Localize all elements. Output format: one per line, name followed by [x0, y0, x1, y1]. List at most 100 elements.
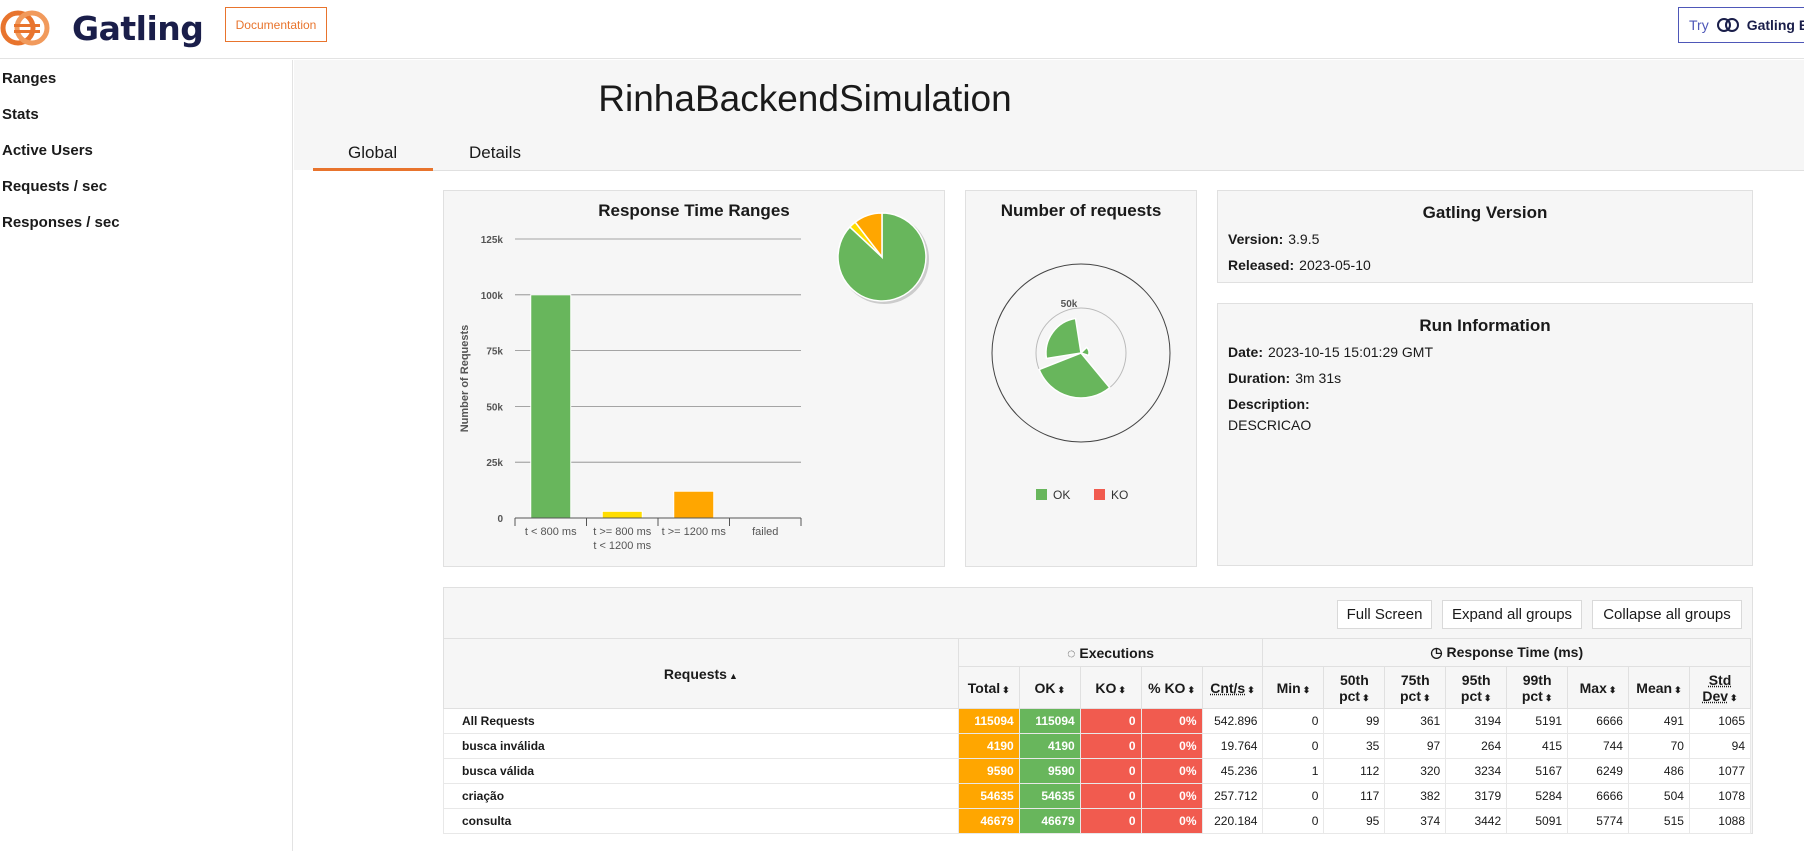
x-tick-label: t >= 1200 ms	[662, 526, 727, 538]
table-cell: 97	[1384, 733, 1447, 759]
table-cell: 4190	[1018, 733, 1081, 759]
column-header-label: Std Dev	[1702, 671, 1732, 704]
tab-global[interactable]: Global	[348, 143, 397, 163]
x-tick-label: t >= 800 ms	[593, 526, 652, 538]
table-cell: 491	[1627, 708, 1690, 734]
sidebar-item-active-users[interactable]: Active Users	[2, 142, 93, 159]
released-label: Released:	[1228, 257, 1295, 273]
expand-all-groups-button[interactable]: Expand all groups	[1442, 600, 1582, 629]
table-cell: 5091	[1506, 808, 1569, 834]
sort-icon: ⬍	[1362, 692, 1370, 703]
column-header[interactable]: 95th pct ⬍	[1445, 666, 1508, 709]
sort-icon: ⬍	[1730, 692, 1738, 703]
bar	[601, 510, 643, 519]
table-cell: 382	[1384, 783, 1447, 809]
table-cell: 0	[1079, 708, 1142, 734]
gatling-logo[interactable]: Gatling	[0, 6, 204, 50]
table-cell: 0%	[1140, 783, 1203, 809]
released-value: 2023-05-10	[1299, 257, 1371, 273]
sort-icon: ⬍	[1608, 684, 1617, 695]
table-cell: 5774	[1567, 808, 1629, 834]
column-header-label: OK	[1034, 679, 1056, 696]
table-cell: 515	[1627, 808, 1690, 834]
radial-tick-label: 50k	[1061, 299, 1078, 310]
table-row[interactable]: busca válida 9590 9590 0 0% 45.236 1 112 320 3234…	[443, 758, 1752, 784]
column-header-label: Mean	[1636, 679, 1673, 696]
date-value: 2023-10-15 15:01:29 GMT	[1268, 344, 1434, 360]
table-cell: 95	[1323, 808, 1386, 834]
table-cell: 1078	[1688, 783, 1752, 809]
request-name: criação	[443, 783, 959, 809]
table-cell: 46679	[957, 808, 1020, 834]
bar	[530, 294, 572, 519]
column-header[interactable]: Total ⬍	[957, 666, 1020, 709]
response-time-ranges-chart: 0 25k 50k 75k 100k 125k Number of Requests t < …	[459, 212, 929, 552]
y-axis-label: Number of Requests	[459, 325, 471, 433]
column-header-label: Total	[967, 679, 1001, 696]
page-title: RinhaBackendSimulation	[598, 78, 1012, 119]
stats-table: Requests ▲ ◌ Executions ◷ Response Time (…	[443, 638, 1752, 834]
table-cell: 374	[1384, 808, 1447, 834]
sort-icon: ⬍	[1483, 692, 1492, 703]
sidebar-item-requests-sec[interactable]: Requests / sec	[2, 178, 107, 195]
sort-icon: ⬍	[1544, 692, 1553, 703]
table-cell: 9590	[1018, 758, 1081, 784]
duration-label: Duration:	[1228, 370, 1291, 386]
table-cell: 0	[1079, 808, 1142, 834]
number-of-requests-panel: Number of requests 050kOKKO	[965, 190, 1197, 567]
table-cell: 9590	[957, 758, 1020, 784]
table-cell: 6666	[1567, 708, 1629, 734]
legend-label: OK	[1053, 488, 1070, 502]
table-cell: 54635	[957, 783, 1020, 809]
column-header[interactable]: % KO ⬍	[1140, 666, 1203, 709]
table-cell: 3179	[1445, 783, 1508, 809]
column-header[interactable]: 50th pct ⬍	[1323, 666, 1386, 709]
table-cell: 0	[1079, 758, 1142, 784]
table-cell: 320	[1384, 758, 1447, 784]
table-cell: 115094	[1018, 708, 1081, 734]
column-header[interactable]: Min ⬍	[1262, 666, 1325, 709]
column-header[interactable]: Mean ⬍	[1627, 666, 1690, 709]
table-cell: 264	[1445, 733, 1508, 759]
tab-details[interactable]: Details	[469, 143, 521, 163]
table-cell: 6666	[1567, 783, 1629, 809]
collapse-all-groups-button[interactable]: Collapse all groups	[1592, 600, 1742, 629]
version-label: Version:	[1228, 231, 1284, 247]
column-header[interactable]: 99th pct ⬍	[1506, 666, 1569, 709]
y-tick-label: 100k	[481, 291, 504, 302]
column-header[interactable]: Max ⬍	[1567, 666, 1629, 709]
description-value: DESCRICAO	[1228, 417, 1312, 433]
clock-icon: ◷	[1430, 644, 1443, 660]
table-row[interactable]: consulta 46679 46679 0 0% 220.184 0 95 374 3442 50…	[443, 808, 1752, 834]
column-header-label: Min	[1276, 679, 1301, 696]
x-tick-label: t < 800 ms	[525, 526, 577, 538]
requests-column-header[interactable]: Requests ▲	[443, 638, 959, 709]
polar-slice	[1045, 317, 1082, 360]
table-row[interactable]: criação 54635 54635 0 0% 257.712 0 117 382 3179 52…	[443, 783, 1752, 809]
column-header[interactable]: Cnt/s ⬍	[1201, 666, 1264, 709]
table-cell: 744	[1567, 733, 1629, 759]
y-tick-label: 25k	[486, 458, 503, 469]
table-cell: 415	[1506, 733, 1569, 759]
full-screen-button[interactable]: Full Screen	[1337, 600, 1432, 629]
run-information-title: Run Information	[1419, 316, 1551, 335]
table-cell: 112	[1323, 758, 1386, 784]
executions-group-header: ◌ Executions	[957, 638, 1264, 667]
try-enterprise-button[interactable]: Try Gatling E	[1678, 7, 1804, 43]
column-header-label: Cnt/s	[1210, 679, 1246, 696]
sort-icon: ⬍	[1002, 684, 1010, 695]
sort-icon: ⬍	[1118, 684, 1126, 695]
documentation-button[interactable]: Documentation	[225, 7, 327, 42]
column-header[interactable]: Std Dev ⬍	[1688, 666, 1752, 709]
table-cell: 0	[1262, 808, 1325, 834]
sidebar-item-responses-sec[interactable]: Responses / sec	[2, 214, 120, 231]
table-row[interactable]: All Requests 115094 115094 0 0% 542.896 0 99 361…	[443, 708, 1752, 734]
column-header[interactable]: OK ⬍	[1018, 666, 1081, 709]
column-header[interactable]: KO ⬍	[1079, 666, 1142, 709]
number-of-requests-chart: 050kOKKO	[991, 263, 1171, 502]
table-row[interactable]: busca inválida 4190 4190 0 0% 19.764 0 35 97 264 4…	[443, 733, 1752, 759]
legend-swatch	[1094, 489, 1105, 500]
column-header-label: Max	[1579, 679, 1607, 696]
column-header[interactable]: 75th pct ⬍	[1384, 666, 1447, 709]
description-row: Description:	[1228, 396, 1315, 412]
